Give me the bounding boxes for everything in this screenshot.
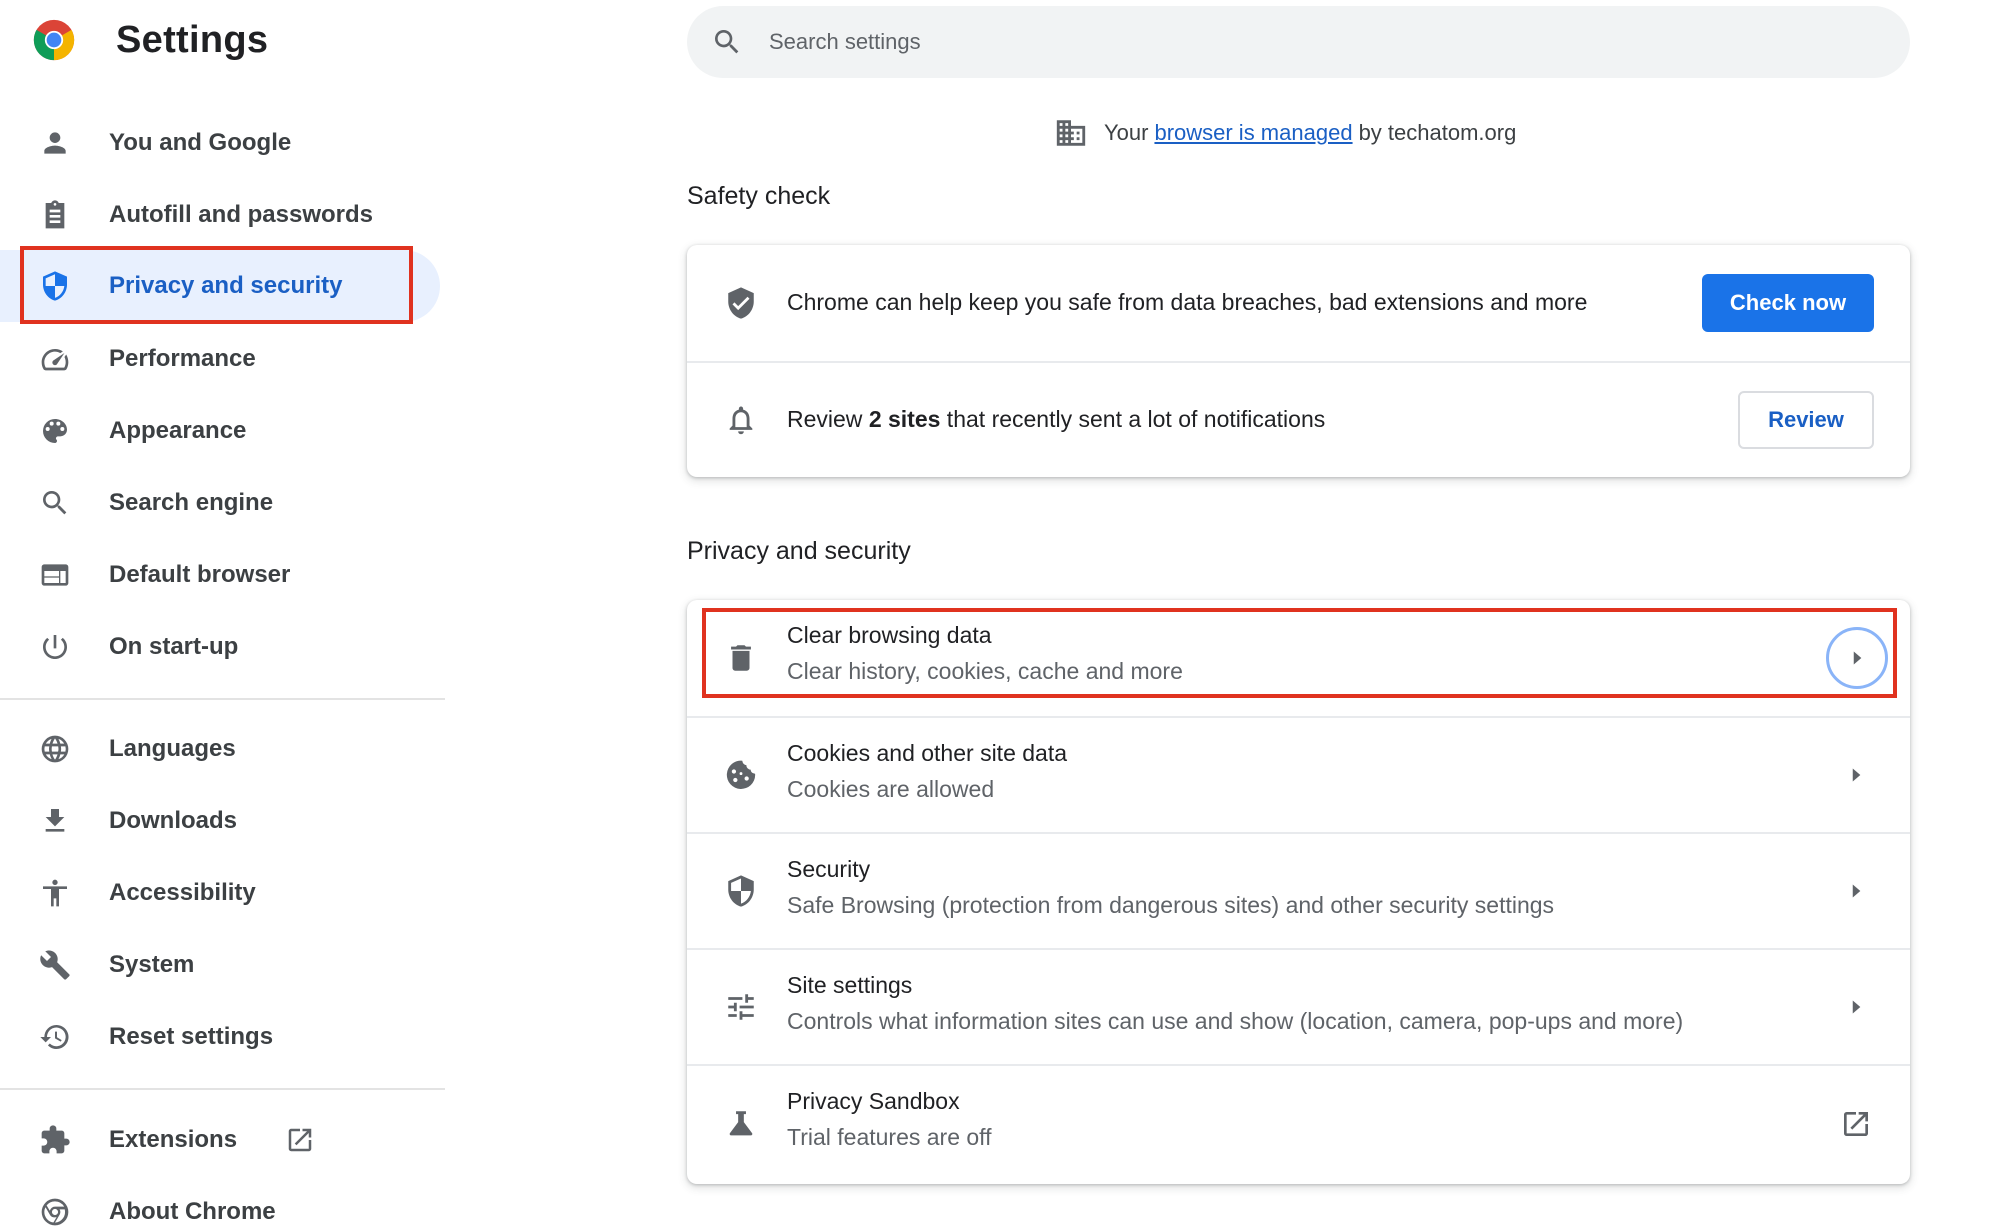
sidebar-item-label: Search engine [109,489,274,516]
shield-check-icon [723,285,759,321]
sidebar-item-label: Default browser [109,561,291,588]
open-in-new-icon[interactable] [1838,1106,1874,1142]
managed-notice-suffix: by techatom.org [1358,120,1517,145]
sidebar-item-accessibility[interactable]: Accessibility [20,857,440,929]
sidebar-item-label: Accessibility [109,879,256,906]
browser-window-icon [38,558,72,592]
accessibility-icon [38,876,72,910]
site-settings-title: Site settings [787,972,913,998]
security-title: Security [787,856,871,882]
chevron-right-icon[interactable] [1836,987,1876,1027]
cookie-icon [723,757,759,793]
sidebar-item-privacy-and-security[interactable]: Privacy and security [0,250,440,322]
download-icon [38,804,72,838]
sidebar-item-label: Privacy and security [109,272,343,299]
sidebar-item-label: System [109,951,195,978]
sidebar: You and Google Autofill and passwords Pr… [0,0,445,1227]
chevron-right-icon[interactable] [1836,755,1876,795]
review-site-count: 2 sites [868,406,941,432]
privacy-sandbox-row[interactable]: Privacy Sandbox Trial features are off [687,1066,1910,1182]
sidebar-item-performance[interactable]: Performance [20,323,440,395]
sidebar-divider [0,1088,445,1090]
sidebar-item-system[interactable]: System [20,929,440,1001]
check-now-button[interactable]: Check now [1702,274,1874,332]
sidebar-item-label: Autofill and passwords [109,201,374,228]
wrench-icon [38,948,72,982]
search-icon [711,26,743,58]
clipboard-icon [38,198,72,232]
site-settings-subtitle: Controls what information sites can use … [787,1008,1684,1034]
review-button[interactable]: Review [1738,391,1874,449]
search-input[interactable] [769,22,1869,62]
open-in-new-icon [284,1124,316,1156]
security-subtitle: Safe Browsing (protection from dangerous… [787,892,1555,918]
safety-check-heading: Safety check [687,182,831,210]
safety-check-row: Chrome can help keep you safe from data … [687,245,1910,361]
tune-icon [723,989,759,1025]
managed-notice: Your browser is managed by techatom.org [1054,116,1516,150]
person-icon [38,126,72,160]
sidebar-item-label: Reset settings [109,1023,274,1050]
sidebar-item-label: Extensions [109,1126,238,1153]
search-bar[interactable] [687,6,1910,78]
safety-check-card: Chrome can help keep you safe from data … [687,245,1910,477]
sidebar-item-label: Performance [109,345,256,372]
globe-icon [38,732,72,766]
sidebar-item-on-startup[interactable]: On start-up [20,611,440,683]
review-text-prefix: Review [787,406,869,432]
sidebar-item-extensions[interactable]: Extensions [20,1104,440,1176]
sidebar-item-default-browser[interactable]: Default browser [20,539,440,611]
sidebar-item-label: On start-up [109,633,239,660]
clear-browsing-data-title: Clear browsing data [787,622,992,648]
settings-page: Settings You and Google Autofill and pas… [0,0,1999,1227]
trash-icon [723,640,759,676]
sidebar-item-reset-settings[interactable]: Reset settings [20,1001,440,1073]
sidebar-item-about-chrome[interactable]: About Chrome [20,1176,440,1227]
flask-icon [723,1106,759,1142]
browser-managed-link[interactable]: browser is managed [1154,120,1352,146]
sidebar-item-label: Appearance [109,417,247,444]
sidebar-item-label: About Chrome [109,1198,276,1225]
privacy-security-card: Clear browsing data Clear history, cooki… [687,600,1910,1184]
notifications-review-row: Review 2 sites that recently sent a lot … [687,363,1910,477]
shield-icon [38,269,72,303]
cookies-title: Cookies and other site data [787,740,1068,766]
privacy-sandbox-subtitle: Trial features are off [787,1124,992,1150]
search-icon [38,486,72,520]
review-text-suffix: that recently sent a lot of notification… [940,406,1326,432]
privacy-sandbox-title: Privacy Sandbox [787,1088,960,1114]
building-icon [1054,116,1088,150]
site-settings-row[interactable]: Site settings Controls what information … [687,950,1910,1064]
chrome-icon [38,1195,72,1227]
security-row[interactable]: Security Safe Browsing (protection from … [687,834,1910,948]
sidebar-divider [0,698,445,700]
puzzle-icon [38,1123,72,1157]
clear-browsing-data-subtitle: Clear history, cookies, cache and more [787,658,1183,684]
bell-icon [723,402,759,438]
chevron-right-icon[interactable] [1826,627,1888,689]
sidebar-item-label: Languages [109,735,236,762]
managed-notice-prefix: Your [1104,120,1149,145]
sidebar-item-languages[interactable]: Languages [20,713,440,785]
sidebar-item-downloads[interactable]: Downloads [20,785,440,857]
notifications-review-text: Review 2 sites that recently sent a lot … [787,406,1325,433]
sidebar-item-autofill[interactable]: Autofill and passwords [20,179,440,251]
privacy-security-heading: Privacy and security [687,537,911,565]
sidebar-item-you-and-google[interactable]: You and Google [20,107,440,179]
sidebar-item-label: Downloads [109,807,238,834]
clear-browsing-data-row[interactable]: Clear browsing data Clear history, cooki… [687,600,1910,716]
power-icon [38,630,72,664]
cookies-subtitle: Cookies are allowed [787,776,995,802]
sidebar-item-label: You and Google [109,129,292,156]
sidebar-item-search-engine[interactable]: Search engine [20,467,440,539]
cookies-row[interactable]: Cookies and other site data Cookies are … [687,718,1910,832]
safety-check-description: Chrome can help keep you safe from data … [787,289,1588,315]
security-shield-icon [723,873,759,909]
history-icon [38,1020,72,1054]
chevron-right-icon[interactable] [1836,871,1876,911]
palette-icon [38,414,72,448]
sidebar-item-appearance[interactable]: Appearance [20,395,440,467]
speedometer-icon [38,342,72,376]
